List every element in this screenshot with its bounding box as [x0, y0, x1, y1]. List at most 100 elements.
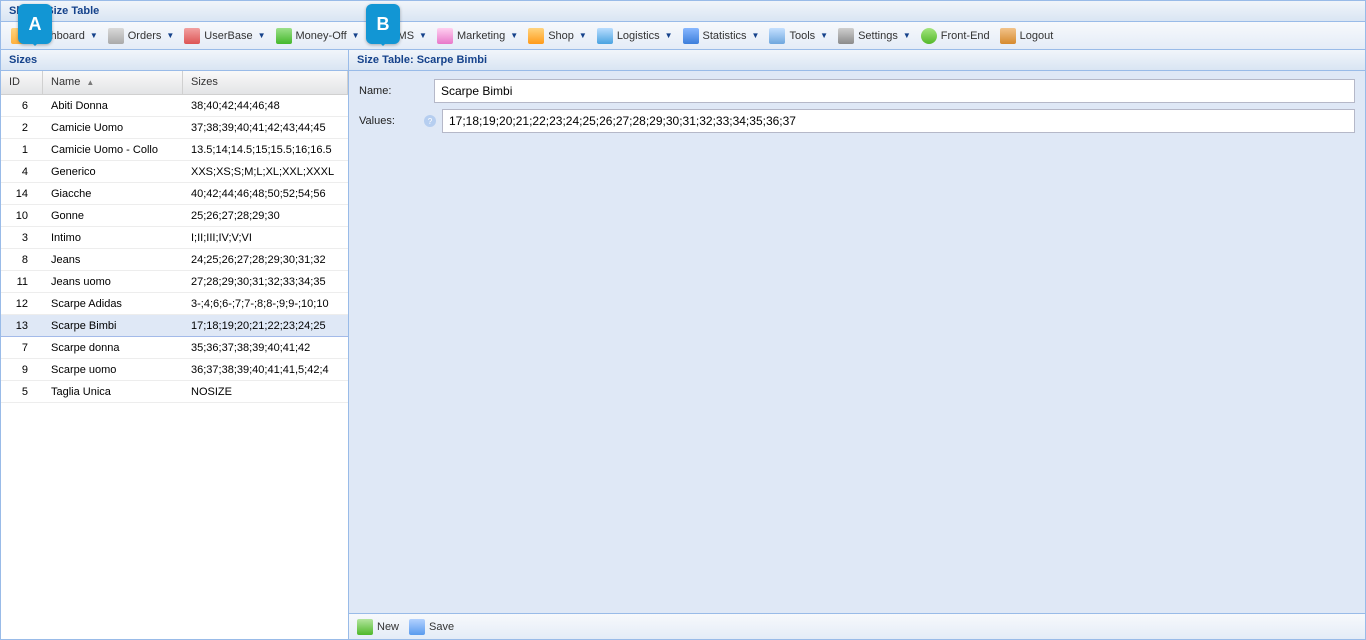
moneyoff-button[interactable]: Money-Off ▼: [272, 26, 364, 46]
cell-name: Jeans uomo: [43, 276, 183, 288]
cell-name: Scarpe Bimbi: [43, 320, 183, 332]
chevron-down-icon: ▼: [752, 31, 760, 40]
shop-button[interactable]: Shop▼: [524, 26, 591, 46]
column-header-id[interactable]: ID: [1, 71, 43, 94]
values-input[interactable]: [442, 109, 1355, 133]
table-row[interactable]: 4GenericoXXS;XS;S;M;L;XL;XXL;XXXL: [1, 161, 348, 183]
cell-sizes: 25;26;27;28;29;30: [183, 210, 348, 222]
chevron-down-icon: ▼: [166, 31, 174, 40]
table-row[interactable]: 5Taglia UnicaNOSIZE: [1, 381, 348, 403]
cell-name: Giacche: [43, 188, 183, 200]
right-panel: Size Table: Scarpe Bimbi Name: Values: ?…: [349, 50, 1365, 639]
frontend-button-icon: [921, 28, 937, 44]
chevron-down-icon: ▼: [510, 31, 518, 40]
column-header-name[interactable]: Name ▲: [43, 71, 183, 94]
cell-sizes: 36;37;38;39;40;41;41,5;42;4: [183, 364, 348, 376]
frontend-button[interactable]: Front-End: [917, 26, 994, 46]
logistics-button-label: Logistics: [617, 30, 660, 42]
cell-name: Camicie Uomo - Collo: [43, 144, 183, 156]
table-row[interactable]: 6Abiti Donna38;40;42;44;46;48: [1, 95, 348, 117]
save-label: Save: [429, 621, 454, 633]
new-icon: [357, 619, 373, 635]
orders-button-icon: [108, 28, 124, 44]
cell-id: 2: [1, 122, 43, 134]
column-header-sizes[interactable]: Sizes: [183, 71, 348, 94]
left-panel: Sizes ID Name ▲ Sizes 6Abiti Donna38;40;…: [1, 50, 349, 639]
form-row-name: Name:: [359, 79, 1355, 103]
window-title-bar: Shop - Size Table: [1, 1, 1365, 22]
cell-id: 9: [1, 364, 43, 376]
left-panel-header: Sizes: [1, 50, 348, 71]
tools-button[interactable]: Tools▼: [765, 26, 832, 46]
left-panel-title: Sizes: [9, 54, 37, 66]
logistics-button[interactable]: Logistics ▼: [593, 26, 677, 46]
cell-sizes: 35;36;37;38;39;40;41;42: [183, 342, 348, 354]
marketing-button[interactable]: Marketing▼: [433, 26, 522, 46]
cell-sizes: 13.5;14;14.5;15;15.5;16;16.5: [183, 144, 348, 156]
cell-id: 4: [1, 166, 43, 178]
settings-button-icon: [838, 28, 854, 44]
cell-sizes: 40;42;44;46;48;50;52;54;56: [183, 188, 348, 200]
cell-sizes: NOSIZE: [183, 386, 348, 398]
cell-name: Abiti Donna: [43, 100, 183, 112]
table-row[interactable]: 1Camicie Uomo - Collo13.5;14;14.5;15;15.…: [1, 139, 348, 161]
cell-id: 5: [1, 386, 43, 398]
cell-name: Generico: [43, 166, 183, 178]
sort-asc-icon: ▲: [86, 78, 94, 87]
help-icon[interactable]: ?: [424, 115, 436, 127]
cell-id: 11: [1, 276, 43, 288]
chevron-down-icon: ▼: [665, 31, 673, 40]
logout-button-label: Logout: [1020, 30, 1054, 42]
cell-name: Gonne: [43, 210, 183, 222]
right-panel-header: Size Table: Scarpe Bimbi: [349, 50, 1365, 71]
name-input[interactable]: [434, 79, 1355, 103]
cell-name: Taglia Unica: [43, 386, 183, 398]
chevron-down-icon: ▼: [820, 31, 828, 40]
table-row[interactable]: 2Camicie Uomo37;38;39;40;41;42;43;44;45: [1, 117, 348, 139]
save-icon: [409, 619, 425, 635]
statistics-button[interactable]: Statistics ▼: [679, 26, 764, 46]
grid-header: ID Name ▲ Sizes: [1, 71, 348, 95]
chevron-down-icon: ▼: [258, 31, 266, 40]
chevron-down-icon: ▼: [419, 31, 427, 40]
table-row[interactable]: 7Scarpe donna35;36;37;38;39;40;41;42: [1, 337, 348, 359]
table-row[interactable]: 10Gonne25;26;27;28;29;30: [1, 205, 348, 227]
cell-name: Camicie Uomo: [43, 122, 183, 134]
settings-button[interactable]: Settings▼: [834, 26, 915, 46]
table-row[interactable]: 8Jeans24;25;26;27;28;29;30;31;32: [1, 249, 348, 271]
bubble-a-text: A: [29, 14, 42, 35]
table-row[interactable]: 12Scarpe Adidas3-;4;6;6-;7;7-;8;8-;9;9-;…: [1, 293, 348, 315]
logout-button-icon: [1000, 28, 1016, 44]
userbase-button-label: UserBase: [204, 30, 252, 42]
cell-sizes: 27;28;29;30;31;32;33;34;35: [183, 276, 348, 288]
table-row[interactable]: 13Scarpe Bimbi17;18;19;20;21;22;23;24;25: [1, 315, 348, 337]
table-row[interactable]: 11Jeans uomo27;28;29;30;31;32;33;34;35: [1, 271, 348, 293]
cell-name: Scarpe uomo: [43, 364, 183, 376]
logout-button[interactable]: Logout: [996, 26, 1058, 46]
app-window: Shop - Size Table Dashboard▼Orders▼UserB…: [0, 0, 1366, 640]
new-label: New: [377, 621, 399, 633]
cell-name: Scarpe donna: [43, 342, 183, 354]
name-label: Name:: [359, 85, 434, 97]
new-button[interactable]: New: [357, 619, 399, 635]
bottom-toolbar: New Save: [349, 613, 1365, 639]
frontend-button-label: Front-End: [941, 30, 990, 42]
main-split: Sizes ID Name ▲ Sizes 6Abiti Donna38;40;…: [1, 50, 1365, 639]
chevron-down-icon: ▼: [352, 31, 360, 40]
table-row[interactable]: 3IntimoI;II;III;IV;V;VI: [1, 227, 348, 249]
chevron-down-icon: ▼: [579, 31, 587, 40]
right-panel-title: Size Table: Scarpe Bimbi: [357, 54, 487, 66]
statistics-button-icon: [683, 28, 699, 44]
userbase-button[interactable]: UserBase ▼: [180, 26, 269, 46]
orders-button[interactable]: Orders▼: [104, 26, 179, 46]
cell-id: 13: [1, 320, 43, 332]
cell-id: 6: [1, 100, 43, 112]
cell-id: 1: [1, 144, 43, 156]
statistics-button-label: Statistics: [703, 30, 747, 42]
moneyoff-button-label: Money-Off: [296, 30, 347, 42]
column-header-name-text: Name: [51, 76, 80, 88]
table-row[interactable]: 9Scarpe uomo36;37;38;39;40;41;41,5;42;4: [1, 359, 348, 381]
save-button[interactable]: Save: [409, 619, 454, 635]
chevron-down-icon: ▼: [903, 31, 911, 40]
table-row[interactable]: 14Giacche40;42;44;46;48;50;52;54;56: [1, 183, 348, 205]
